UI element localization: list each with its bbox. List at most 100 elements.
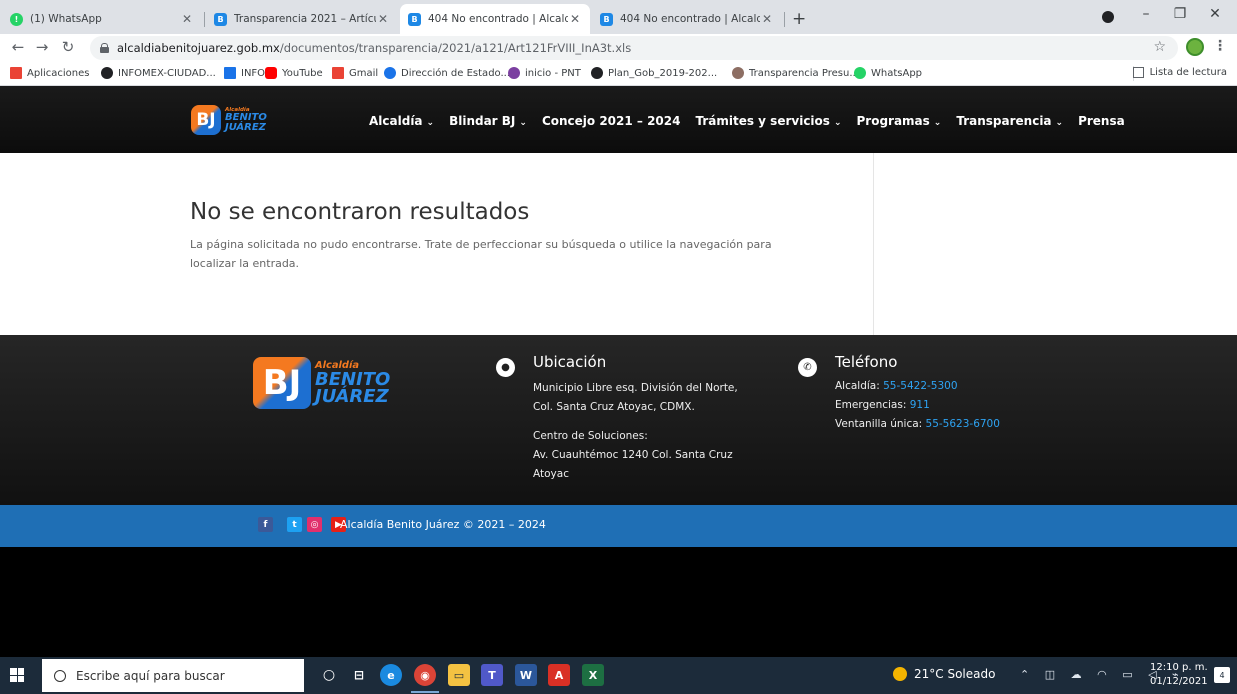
reading-list-icon: [1132, 67, 1144, 78]
lock-icon: [100, 43, 109, 53]
nav-blindar-bj[interactable]: Blindar BJ ⌄: [449, 114, 527, 128]
extension-icon[interactable]: [1186, 38, 1204, 56]
whatsapp-icon: !: [10, 12, 23, 26]
bookmark-youtube[interactable]: YouTube: [265, 67, 323, 79]
close-icon[interactable]: ✕: [760, 12, 774, 26]
main-nav: Alcaldía ⌄ Blindar BJ ⌄ Concejo 2021 – 202…: [369, 114, 1140, 128]
logo-line2: JUÁREZ: [225, 121, 266, 133]
nav-programas[interactable]: Programas ⌄: [856, 114, 941, 128]
bookmark-info[interactable]: INFO: [224, 67, 265, 79]
bookmark-infomex[interactable]: INFOMEX-CIUDAD...: [101, 67, 216, 79]
tab-title: 404 No encontrado | Alcaldía Ber: [620, 13, 760, 25]
site-header: BJ Alcaldía BENITO JUÁREZ Alcaldía ⌄ Blin…: [0, 86, 1237, 153]
youtube-icon: [265, 67, 277, 79]
task-view-icon[interactable]: ⊟: [348, 664, 370, 686]
bookmark-gmail[interactable]: Gmail: [332, 67, 378, 79]
new-tab-button[interactable]: +: [792, 9, 806, 29]
info-site-icon: [224, 67, 236, 79]
sun-icon: [893, 667, 907, 681]
nav-label: Programas: [856, 114, 930, 128]
tab-title: Transparencia 2021 – Artículo 12: [234, 13, 376, 25]
nav-transparencia[interactable]: Transparencia ⌄: [956, 114, 1063, 128]
file-explorer-icon[interactable]: ▭: [448, 664, 470, 686]
maximize-icon[interactable]: ❐: [1168, 6, 1192, 22]
cortana-icon[interactable]: ○: [318, 664, 340, 686]
browser-tab-strip: ! (1) WhatsApp ✕ B Transparencia 2021 – …: [0, 0, 1237, 34]
footer-logo[interactable]: BJ Alcaldía BENITO JUÁREZ: [253, 357, 390, 409]
whatsapp-icon: [854, 67, 866, 79]
facebook-icon[interactable]: f: [258, 517, 273, 532]
site-icon: [384, 67, 396, 79]
ubicacion-heading: Ubicación: [533, 353, 607, 371]
instagram-icon[interactable]: ◎: [307, 517, 322, 532]
tab-transparencia[interactable]: B Transparencia 2021 – Artículo 12 ✕: [206, 4, 398, 34]
star-icon[interactable]: ☆: [1153, 39, 1166, 55]
bookmark-direccion[interactable]: Dirección de Estado...: [384, 67, 510, 79]
bookmark-label: Plan_Gob_2019-202...: [608, 67, 718, 79]
windows-taskbar: Escribe aquí para buscar ○ ⊟ e ◉ ▭ T W A…: [0, 657, 1237, 694]
close-icon[interactable]: ✕: [568, 12, 582, 26]
footer-bottom-bar: f t ◎ ▶ Alcaldía Benito Juárez © 2021 – …: [0, 505, 1237, 547]
site-logo[interactable]: BJ Alcaldía BENITO JUÁREZ: [191, 105, 267, 135]
weather-widget[interactable]: 21°C Soleado: [893, 667, 995, 681]
windows-start-icon[interactable]: [10, 668, 24, 682]
bookmark-plan-gob[interactable]: Plan_Gob_2019-202...: [591, 67, 717, 79]
close-icon[interactable]: ✕: [180, 12, 194, 26]
nav-label: Prensa: [1078, 114, 1125, 128]
bookmark-label: INFOMEX-CIUDAD...: [118, 67, 216, 79]
weather-text: 21°C Soleado: [914, 667, 996, 681]
edge-icon[interactable]: e: [380, 664, 402, 686]
nav-label: Concejo 2021 – 2024: [541, 114, 681, 128]
tab-whatsapp[interactable]: ! (1) WhatsApp ✕: [2, 4, 202, 34]
taskbar-search-input[interactable]: Escribe aquí para buscar: [42, 659, 304, 692]
back-arrow-icon[interactable]: ←: [8, 38, 28, 56]
phone-link[interactable]: 55-5422-5300: [883, 380, 957, 392]
reload-icon[interactable]: ↻: [58, 38, 78, 56]
reading-list-label: Lista de lectura: [1149, 67, 1227, 78]
phone-entry: Emergencias: 911: [835, 399, 930, 411]
address-line: Atoyac: [533, 468, 569, 480]
nav-prensa[interactable]: Prensa: [1078, 114, 1125, 128]
profile-icon[interactable]: [1102, 11, 1114, 23]
nav-alcaldia[interactable]: Alcaldía ⌄: [369, 114, 434, 128]
reading-list-button[interactable]: Lista de lectura: [1132, 67, 1227, 78]
notifications-icon[interactable]: 4: [1214, 667, 1230, 683]
browser-toolbar: ← → ↻ alcaldiabenitojuarez.gob.mx/docume…: [0, 34, 1237, 62]
acrobat-icon[interactable]: A: [548, 664, 570, 686]
pnt-icon: [508, 67, 520, 79]
main-content: No se encontraron resultados La página s…: [0, 153, 1237, 335]
clock[interactable]: 12:10 p. m. 01/12/2021: [1150, 661, 1208, 689]
bookmark-pnt[interactable]: inicio - PNT: [508, 67, 581, 79]
bookmark-apps[interactable]: Aplicaciones: [10, 67, 89, 79]
nav-tramites[interactable]: Trámites y servicios ⌄: [695, 114, 841, 128]
address-host: alcaldiabenitojuarez.gob.mx: [117, 41, 280, 55]
twitter-icon[interactable]: t: [287, 517, 302, 532]
phone-link[interactable]: 55-5623-6700: [926, 418, 1000, 430]
bookmark-transparencia[interactable]: Transparencia Presu...: [732, 67, 859, 79]
chrome-icon[interactable]: ◉: [414, 664, 436, 686]
phone-entry: Ventanilla única: 55-5623-6700: [835, 418, 1000, 430]
tab-404[interactable]: B 404 No encontrado | Alcaldía Ber ✕: [592, 4, 782, 34]
chevron-down-icon: ⌄: [1055, 118, 1064, 128]
address-bar[interactable]: alcaldiabenitojuarez.gob.mx/documentos/t…: [90, 36, 1178, 60]
minimize-icon[interactable]: –: [1134, 6, 1158, 22]
excel-icon[interactable]: X: [582, 664, 604, 686]
bookmark-label: YouTube: [282, 67, 323, 79]
phone-link[interactable]: 911: [910, 399, 930, 411]
address-path: /documentos/transparencia/2021/a121/Art1…: [279, 41, 632, 55]
window-close-icon[interactable]: ✕: [1203, 6, 1227, 22]
word-icon[interactable]: W: [515, 664, 537, 686]
nav-concejo[interactable]: Concejo 2021 – 2024: [542, 114, 681, 128]
site-favicon-icon: B: [214, 12, 227, 26]
phone-label: Alcaldía:: [835, 380, 880, 392]
bookmark-label: inicio - PNT: [525, 67, 581, 79]
nav-label: Alcaldía: [369, 114, 423, 128]
nav-label: Trámites y servicios: [695, 114, 830, 128]
tab-404-active[interactable]: B 404 No encontrado | Alcaldía Ber ✕: [400, 4, 590, 34]
close-icon[interactable]: ✕: [376, 12, 390, 26]
sidebar-divider: [873, 153, 874, 335]
forward-arrow-icon[interactable]: →: [32, 38, 52, 56]
bookmark-whatsapp[interactable]: WhatsApp: [854, 67, 922, 79]
more-menu-icon[interactable]: ⋮: [1213, 38, 1227, 54]
teams-icon[interactable]: T: [481, 664, 503, 686]
